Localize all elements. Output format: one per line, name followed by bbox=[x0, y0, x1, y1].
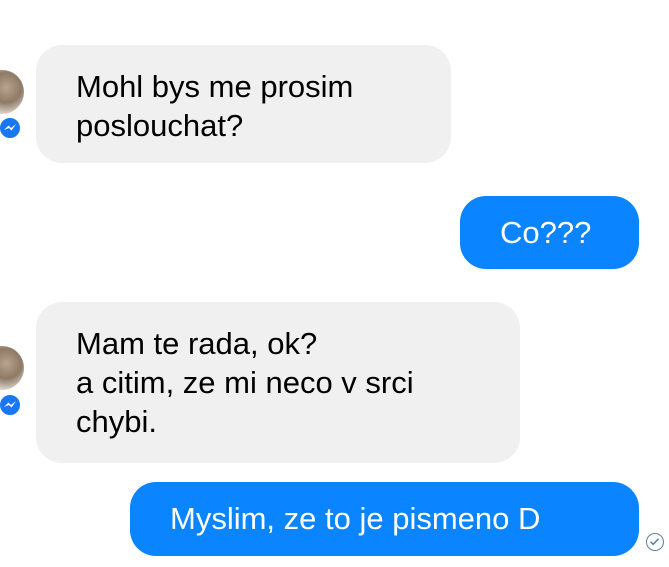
message-text: Mam te rada, ok? bbox=[76, 326, 318, 361]
message-text: Mohl bys me prosim bbox=[76, 69, 354, 104]
message-text: chybi. bbox=[76, 404, 157, 439]
message-bubble-incoming[interactable]: Mohl bys me prosim poslouchat? bbox=[36, 45, 451, 163]
message-text: Co??? bbox=[500, 215, 592, 250]
message-text: Myslim, ze to je pismeno D bbox=[170, 501, 541, 536]
message-bubble-outgoing[interactable]: Co??? bbox=[460, 196, 639, 269]
message-text: a citim, ze mi neco v srci bbox=[76, 365, 414, 400]
contact-avatar[interactable] bbox=[0, 70, 24, 114]
message-bubble-outgoing[interactable]: Myslim, ze to je pismeno D bbox=[130, 482, 639, 556]
messenger-icon bbox=[0, 393, 22, 417]
messenger-icon bbox=[0, 116, 22, 140]
check-circle-icon bbox=[646, 533, 664, 551]
contact-avatar[interactable] bbox=[0, 346, 24, 390]
message-bubble-incoming[interactable]: Mam te rada, ok? a citim, ze mi neco v s… bbox=[36, 302, 520, 463]
message-text: poslouchat? bbox=[76, 108, 244, 143]
